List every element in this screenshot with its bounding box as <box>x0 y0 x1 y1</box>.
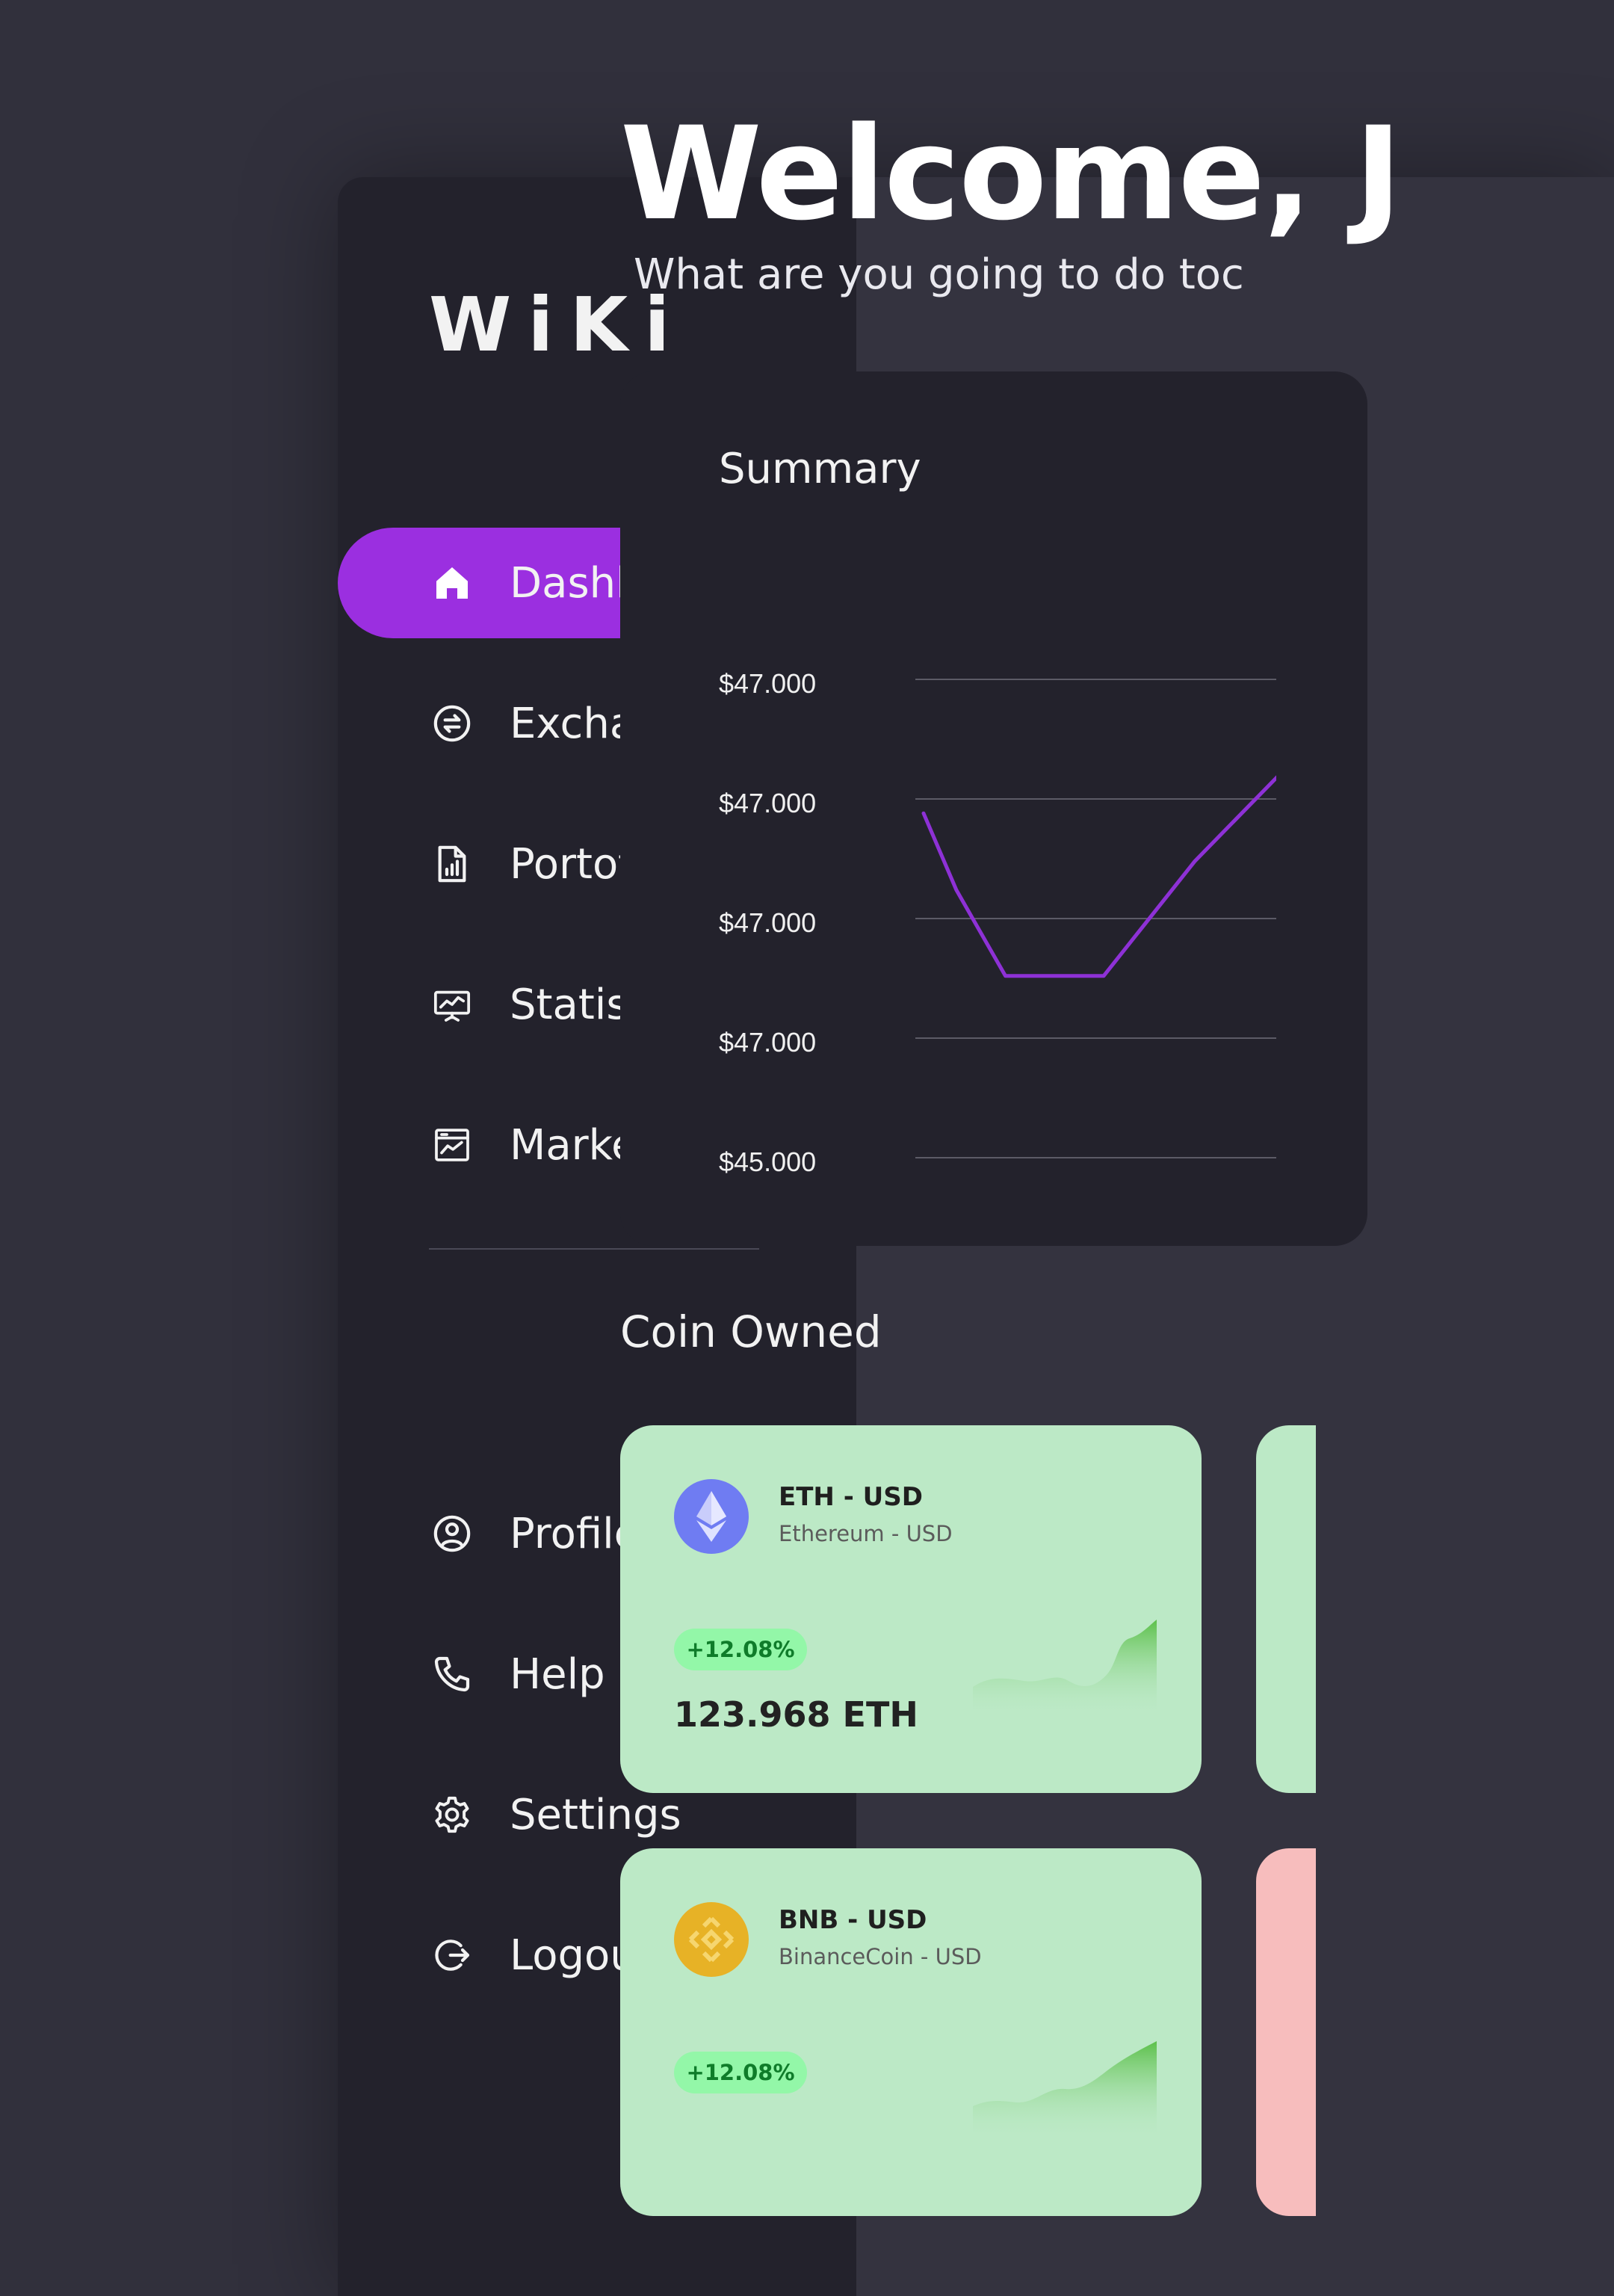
brand-logo: WiKi <box>429 281 687 368</box>
statistic-presentation-icon <box>429 981 475 1028</box>
coin-card-bnb[interactable]: BNB - USD BinanceCoin - USD +12.08% <box>620 1848 1202 2216</box>
ethereum-icon <box>674 1479 749 1554</box>
portfolio-document-icon <box>429 841 475 887</box>
coin-card-eth[interactable]: ETH - USD Ethereum - USD +12.08% 123.968… <box>620 1425 1202 1793</box>
welcome-subtitle: What are you going to do toc <box>634 250 1244 299</box>
coin-name: BinanceCoin - USD <box>779 1944 982 1969</box>
coin-amount: 123.968 ETH <box>674 1694 918 1735</box>
summary-line-chart: $47.000$47.000$47.000$47.000$45.00010AM1… <box>719 668 1276 1177</box>
price-series-line <box>921 775 1276 978</box>
exchange-icon <box>429 700 475 747</box>
profile-user-icon <box>429 1510 475 1557</box>
sidebar-item-label: Settings <box>510 1790 681 1839</box>
home-icon <box>429 560 475 606</box>
coin-card-partial[interactable] <box>1256 1425 1316 1793</box>
coin-pair: ETH - USD <box>779 1482 923 1512</box>
coin-change-badge: +12.08% <box>674 1629 807 1670</box>
coin-pair: BNB - USD <box>779 1905 927 1935</box>
coin-owned-heading: Coin Owned <box>620 1306 882 1357</box>
sidebar-divider <box>429 1248 759 1250</box>
y-tick-label: $47.000 <box>719 788 816 818</box>
phone-icon <box>429 1651 475 1697</box>
y-tick-label: $47.000 <box>719 1027 816 1058</box>
coin-sparkline <box>973 2041 1157 2140</box>
logout-icon <box>429 1932 475 1978</box>
y-tick-label: $47.000 <box>719 668 816 699</box>
sidebar-item-label: Help <box>510 1650 605 1699</box>
y-tick-label: $45.000 <box>719 1147 816 1177</box>
market-chart-icon <box>429 1122 475 1168</box>
coin-change-badge: +12.08% <box>674 2052 807 2093</box>
binance-icon <box>674 1902 749 1977</box>
coin-sparkline <box>973 1620 1157 1717</box>
gear-icon <box>429 1792 475 1838</box>
y-tick-label: $47.000 <box>719 907 816 938</box>
coin-name: Ethereum - USD <box>779 1521 953 1546</box>
welcome-heading: Welcome, J <box>620 99 1402 249</box>
coin-card-partial[interactable] <box>1256 1848 1316 2216</box>
